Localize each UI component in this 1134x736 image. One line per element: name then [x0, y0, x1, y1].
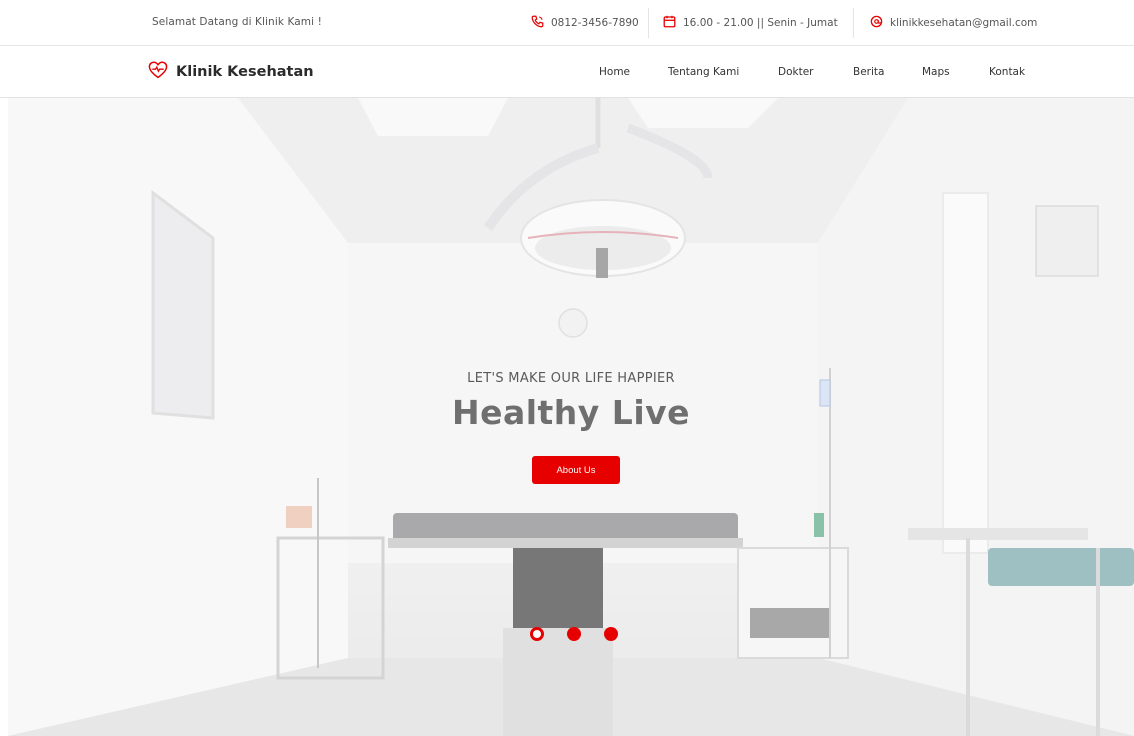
top-info-bar: Selamat Datang di Klinik Kami ! 0812-345…: [0, 0, 1134, 46]
brand-name: Klinik Kesehatan: [176, 64, 314, 80]
hero-eyebrow: LET'S MAKE OUR LIFE HAPPIER: [467, 371, 675, 386]
opening-hours: 16.00 - 21.00 || Senin - Jumat: [683, 17, 838, 29]
nav-home[interactable]: Home: [599, 66, 630, 78]
brand-logo[interactable]: Klinik Kesehatan: [148, 61, 314, 83]
main-navbar: Klinik Kesehatan Home Tentang Kami Dokte…: [0, 46, 1134, 98]
nav-berita[interactable]: Berita: [853, 66, 884, 78]
welcome-text: Selamat Datang di Klinik Kami !: [152, 16, 322, 28]
nav-kontak[interactable]: Kontak: [989, 66, 1025, 78]
calendar-icon: [663, 15, 676, 31]
phone-number: 0812-3456-7890: [551, 17, 639, 29]
email-info[interactable]: klinikkesehatan@gmail.com: [870, 0, 1037, 46]
phone-icon: [531, 15, 544, 31]
nav-maps[interactable]: Maps: [922, 66, 950, 78]
email-icon: [870, 15, 883, 31]
hours-info: 16.00 - 21.00 || Senin - Jumat: [663, 0, 838, 46]
about-us-button[interactable]: About Us: [532, 456, 620, 484]
nav-tentang-kami[interactable]: Tentang Kami: [668, 66, 739, 78]
carousel-dot-3[interactable]: [604, 627, 618, 641]
divider: [648, 8, 649, 38]
carousel-indicators: [530, 627, 641, 641]
divider: [853, 8, 854, 38]
email-address: klinikkesehatan@gmail.com: [890, 17, 1038, 29]
carousel-dot-1[interactable]: [530, 627, 544, 641]
heart-pulse-icon: [148, 61, 168, 83]
hero-headline: Healthy Live: [451, 393, 691, 432]
nav-dokter[interactable]: Dokter: [778, 66, 813, 78]
carousel-dot-2[interactable]: [567, 627, 581, 641]
phone-info[interactable]: 0812-3456-7890: [531, 0, 639, 46]
hero-section: LET'S MAKE OUR LIFE HAPPIER Healthy Live…: [8, 98, 1134, 736]
